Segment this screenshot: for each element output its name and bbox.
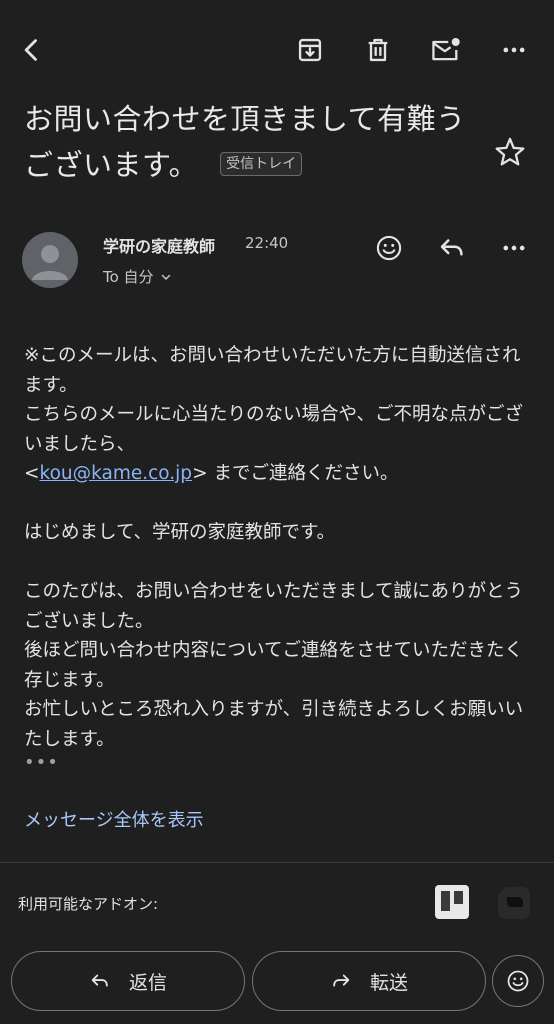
sender-name[interactable]: 学研の家庭教師 xyxy=(103,233,215,257)
emoji-icon xyxy=(507,970,529,992)
forward-button-label: 転送 xyxy=(369,971,408,994)
body-line: ※このメールは、お問い合わせいただいた方に自動送信されます。 xyxy=(24,345,521,396)
trash-icon xyxy=(368,38,388,62)
link-suffix: > までご連絡ください。 xyxy=(192,463,399,484)
more-options-button[interactable] xyxy=(494,30,534,70)
body-line: このたびは、お問い合わせをいただきまして誠にありがとうございました。 xyxy=(24,581,523,632)
mark-unread-icon xyxy=(432,38,460,61)
emoji-icon xyxy=(376,235,402,261)
link-prefix: < xyxy=(24,463,40,484)
body-line: こちらのメールに心当たりのない場合や、ご不明な点がございましたら、 xyxy=(24,404,523,455)
back-button[interactable] xyxy=(12,30,52,70)
email-subject: お問い合わせを頂きまして有難うございます。 受信トレイ xyxy=(24,96,474,188)
delete-button[interactable] xyxy=(358,30,398,70)
view-entire-message-link[interactable]: メッセージ全体を表示 xyxy=(24,806,204,832)
inbox-label-chip[interactable]: 受信トレイ xyxy=(220,152,303,176)
star-icon xyxy=(495,137,525,166)
show-trimmed-content-button[interactable]: ••• xyxy=(24,752,59,773)
trello-icon[interactable] xyxy=(435,885,469,919)
body-line: お忙しいところ恐れ入りますが、引き続きよろしくお願いいたします。 xyxy=(24,699,524,750)
addons-label: 利用可能なアドオン: xyxy=(18,895,159,913)
reply-icon xyxy=(440,239,463,256)
emoji-reaction-button[interactable] xyxy=(492,955,544,1007)
reply-icon xyxy=(91,974,108,987)
message-time: 22:40 xyxy=(245,234,289,252)
arrow-back-icon xyxy=(24,39,37,61)
sender-avatar[interactable] xyxy=(22,232,78,288)
forward-icon xyxy=(333,974,350,987)
reply-button[interactable]: 返信 xyxy=(11,951,245,1011)
message-more-button[interactable] xyxy=(494,228,534,268)
person-icon xyxy=(32,245,68,280)
addon-icon[interactable] xyxy=(496,885,532,921)
divider xyxy=(0,862,554,863)
email-link[interactable]: kou@kame.co.jp xyxy=(40,463,193,484)
reply-button-label: 返信 xyxy=(128,971,167,994)
archive-button[interactable] xyxy=(290,30,330,70)
more-horiz-icon xyxy=(503,245,525,251)
body-line: はじめまして、学研の家庭教師です。 xyxy=(24,522,336,543)
recipient-details[interactable]: To 自分 xyxy=(103,266,172,287)
chevron-down-icon xyxy=(161,274,170,280)
body-line: 後ほど問い合わせ内容についてご連絡をさせていただきたく存じます。 xyxy=(24,640,523,691)
message-body: ※このメールは、お問い合わせいただいた方に自動送信されます。 こちらのメールに心… xyxy=(24,341,524,754)
mark-unread-button[interactable] xyxy=(426,30,466,70)
more-horiz-icon xyxy=(503,47,525,53)
reply-icon-button[interactable] xyxy=(432,228,472,268)
recipient-text: To 自分 xyxy=(103,268,154,286)
body-line-contact: <kou@kame.co.jp> までご連絡ください。 xyxy=(24,459,524,489)
forward-button[interactable]: 転送 xyxy=(252,951,486,1011)
add-reaction-button[interactable] xyxy=(369,228,409,268)
star-button[interactable] xyxy=(490,132,530,172)
top-app-bar xyxy=(0,0,554,100)
archive-icon xyxy=(298,38,322,62)
